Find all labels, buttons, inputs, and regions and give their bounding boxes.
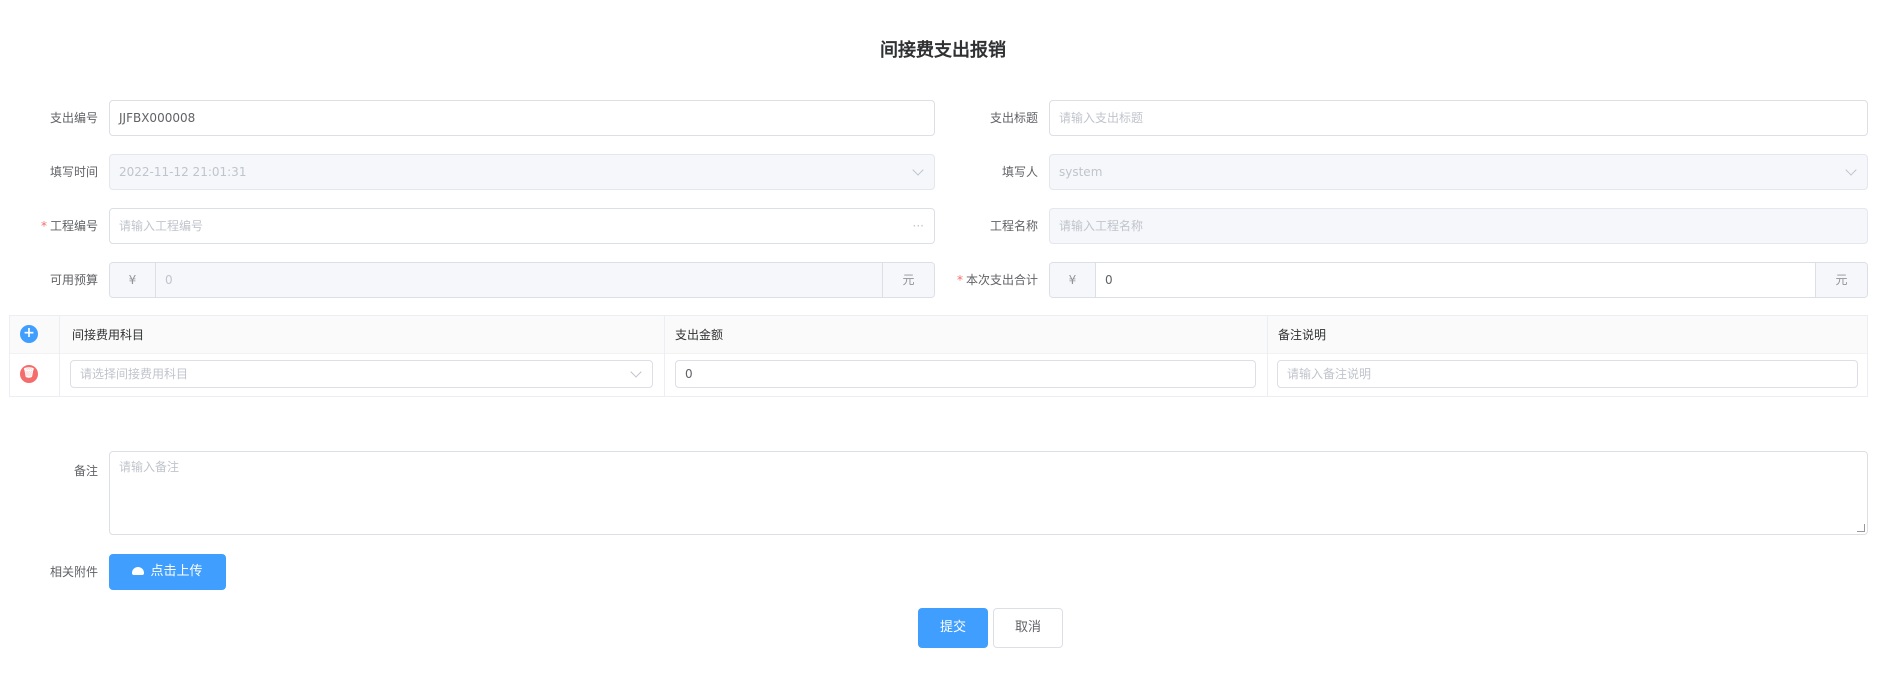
remark-label: 备注 — [73, 464, 98, 478]
chevron-down-icon — [1845, 164, 1857, 176]
expense-no-input[interactable]: JJFBX000008 — [109, 100, 935, 136]
subject-placeholder: 请选择间接费用科目 — [80, 367, 189, 381]
remark-placeholder: 请输入备注 — [119, 460, 180, 474]
available-budget-input[interactable]: ¥ 0 元 — [109, 262, 935, 298]
column-header-subject: 间接费用科目 — [72, 328, 145, 342]
column-header-note: 备注说明 — [1278, 328, 1327, 342]
upload-button[interactable]: 点击上传 — [109, 554, 226, 590]
resize-handle-icon[interactable] — [1857, 524, 1865, 532]
cloud-upload-icon — [132, 567, 145, 575]
filler-value: system — [1059, 165, 1103, 179]
attachment-label: 相关附件 — [49, 565, 98, 579]
filler-label: 填写人 — [1001, 165, 1038, 179]
column-divider — [59, 316, 60, 396]
add-row-icon[interactable]: + — [20, 325, 38, 343]
fill-time-select[interactable]: 2022-11-12 21:01:31 — [109, 154, 935, 190]
unit-suffix: 元 — [1815, 263, 1867, 297]
total-expense-label: * 本次支出合计 — [952, 262, 1038, 298]
project-no-placeholder: 请输入工程编号 — [119, 219, 204, 233]
amount-value: 0 — [685, 367, 693, 381]
expense-detail-table: + 间接费用科目 支出金额 备注说明 🗑 请选择间接费用科目 0 请输入备注说明 — [9, 315, 1868, 397]
more-icon[interactable]: ··· — [913, 209, 924, 243]
filler-select[interactable]: system — [1049, 154, 1868, 190]
note-placeholder: 请输入备注说明 — [1287, 367, 1372, 381]
expense-no-label: 支出编号 — [49, 111, 98, 125]
total-expense-label-text: 本次支出合计 — [965, 273, 1038, 287]
remark-textarea[interactable]: 请输入备注 — [109, 451, 1868, 535]
delete-row-icon[interactable]: 🗑 — [20, 365, 38, 383]
column-header-amount: 支出金额 — [675, 328, 724, 342]
expense-title-input[interactable]: 请输入支出标题 — [1049, 100, 1868, 136]
available-budget-value: 0 — [156, 263, 882, 297]
expense-title-placeholder: 请输入支出标题 — [1059, 111, 1144, 125]
note-input[interactable]: 请输入备注说明 — [1277, 360, 1858, 388]
project-no-input[interactable]: 请输入工程编号 ··· — [109, 208, 935, 244]
required-mark: * — [956, 273, 963, 287]
total-expense-input[interactable]: ¥ 0 元 — [1049, 262, 1868, 298]
page-title: 间接费支出报销 — [880, 40, 1006, 61]
currency-prefix: ¥ — [110, 263, 156, 297]
project-name-input[interactable]: 请输入工程名称 — [1049, 208, 1868, 244]
project-no-label-text: 工程编号 — [49, 219, 98, 233]
chevron-down-icon — [630, 366, 642, 378]
expense-title-label: 支出标题 — [989, 111, 1038, 125]
available-budget-label: 可用预算 — [49, 273, 98, 287]
project-name-label: 工程名称 — [989, 219, 1038, 233]
chevron-down-icon — [912, 164, 924, 176]
project-no-label: * 工程编号 — [12, 208, 98, 244]
unit-suffix: 元 — [882, 263, 934, 297]
project-name-placeholder: 请输入工程名称 — [1059, 219, 1144, 233]
upload-button-label: 点击上传 — [150, 564, 203, 579]
amount-input[interactable]: 0 — [675, 360, 1256, 388]
total-expense-value: 0 — [1096, 263, 1815, 297]
fill-time-value: 2022-11-12 21:01:31 — [119, 165, 247, 179]
submit-button[interactable]: 提交 — [918, 608, 988, 648]
subject-select[interactable]: 请选择间接费用科目 — [70, 360, 653, 388]
table-header — [10, 316, 1867, 354]
expense-no-value: JJFBX000008 — [119, 111, 196, 125]
column-divider — [1267, 316, 1268, 396]
required-mark: * — [40, 219, 47, 233]
currency-prefix: ¥ — [1050, 263, 1096, 297]
cancel-button[interactable]: 取消 — [993, 608, 1063, 648]
fill-time-label: 填写时间 — [49, 165, 98, 179]
column-divider — [664, 316, 665, 396]
